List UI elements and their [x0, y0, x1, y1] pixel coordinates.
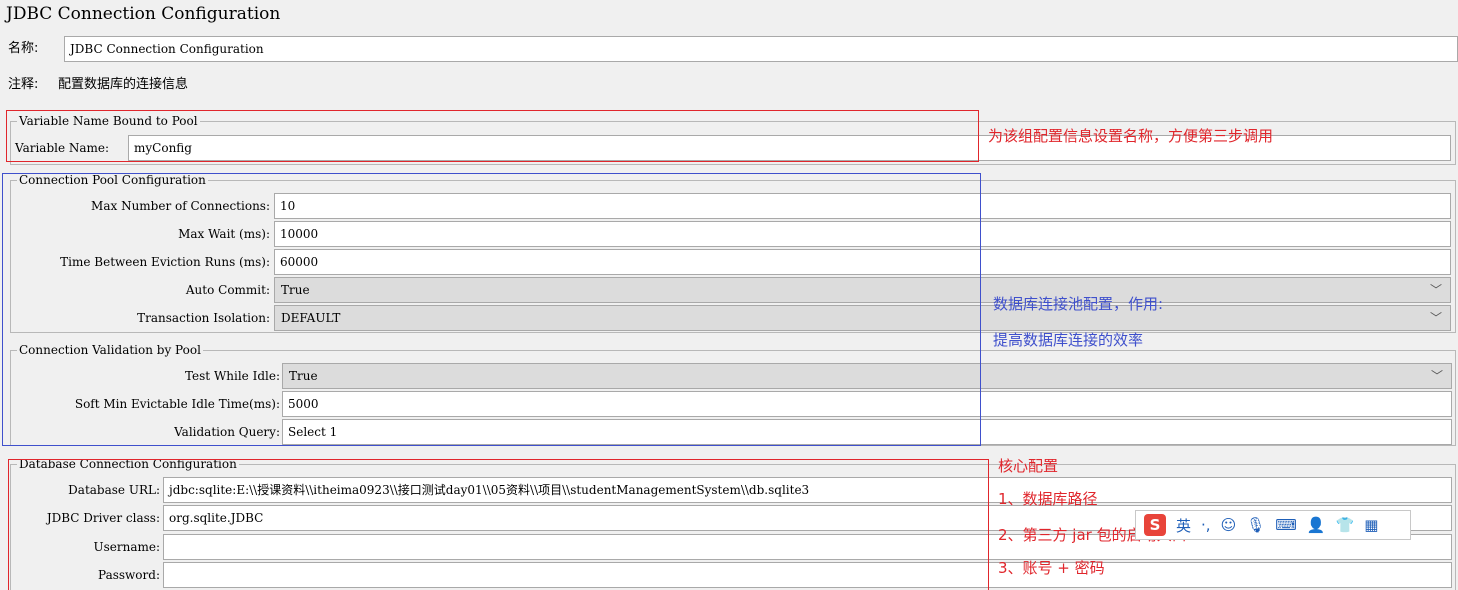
- annotation-pool-note-1: 数据库连接池配置，作用:: [993, 295, 1164, 313]
- toolbox-grid-icon[interactable]: ▦: [1364, 516, 1378, 534]
- chevron-down-icon: ﹀: [1429, 283, 1442, 297]
- ime-lang-toggle[interactable]: 英: [1176, 515, 1191, 536]
- chevron-down-icon: ﹀: [1430, 369, 1443, 383]
- microphone-icon[interactable]: 🎙: [1246, 516, 1265, 534]
- annotation-box-pool: [2, 173, 981, 446]
- name-label: 名称:: [8, 41, 39, 56]
- annotation-core-3: 3、账号 + 密码: [998, 559, 1105, 577]
- annotation-name-note: 为该组配置信息设置名称，方便第三步调用: [988, 127, 1274, 145]
- comment-value[interactable]: 配置数据库的连接信息: [58, 72, 188, 98]
- annotation-box-db: [8, 459, 989, 590]
- annotation-core-title: 核心配置: [998, 457, 1059, 475]
- ime-logo-icon[interactable]: S: [1144, 514, 1166, 536]
- ime-punctuation-icon[interactable]: ·,: [1201, 516, 1211, 534]
- annotation-box-name: [6, 110, 979, 162]
- emoji-icon[interactable]: ☺: [1221, 516, 1237, 534]
- keyboard-icon[interactable]: ⌨: [1275, 516, 1297, 534]
- comment-label: 注释:: [8, 77, 39, 92]
- ime-toolbar[interactable]: S 英 ·, ☺ 🎙 ⌨ 👤 👕 ▦: [1135, 510, 1411, 540]
- panel-title: JDBC Connection Configuration: [6, 4, 281, 24]
- name-input[interactable]: JDBC Connection Configuration: [64, 36, 1458, 62]
- annotation-pool-note-2: 提高数据库连接的效率: [993, 331, 1144, 349]
- annotation-core-1: 1、数据库路径: [998, 490, 1098, 508]
- skin-shirt-icon[interactable]: 👕: [1336, 516, 1355, 534]
- chevron-down-icon: ﹀: [1429, 311, 1442, 325]
- user-icon[interactable]: 👤: [1307, 516, 1326, 534]
